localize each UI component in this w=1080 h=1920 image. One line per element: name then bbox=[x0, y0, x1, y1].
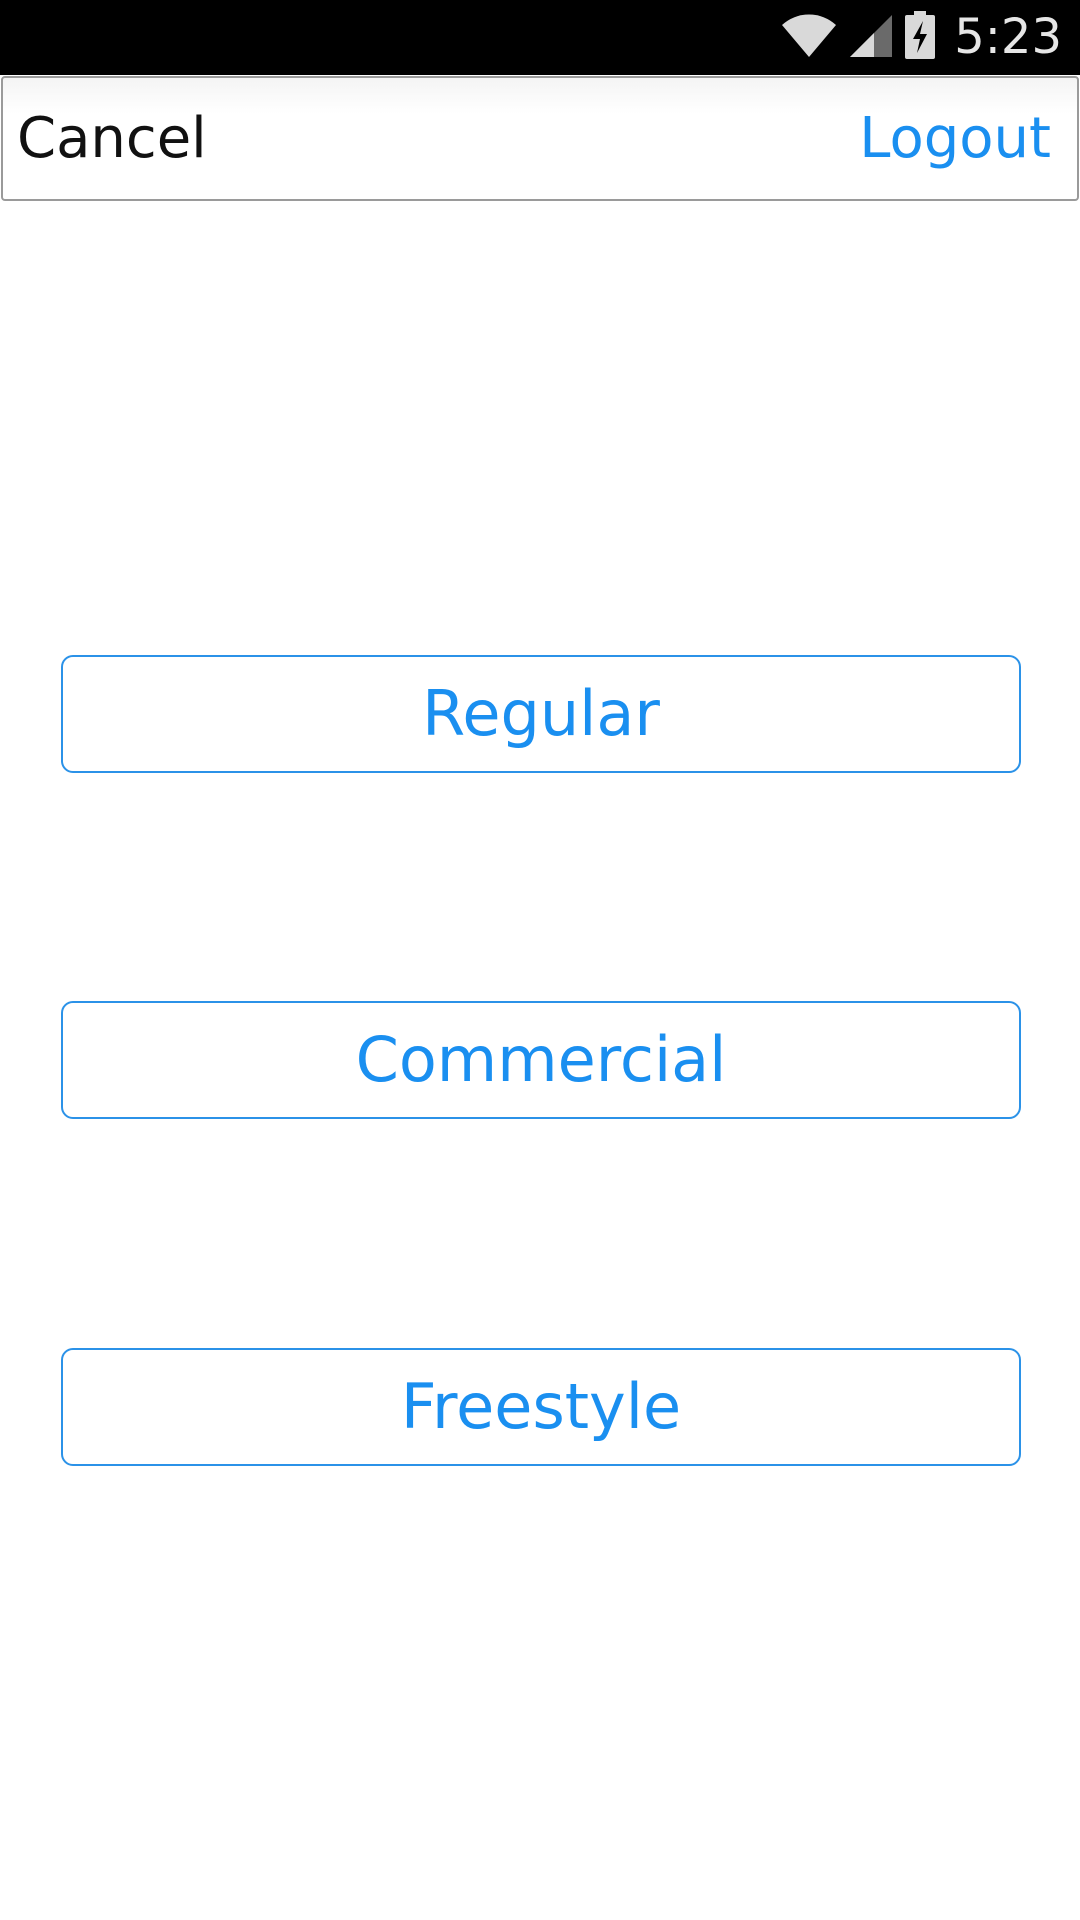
commercial-button[interactable]: Commercial bbox=[61, 1001, 1021, 1119]
signal-icon bbox=[848, 11, 894, 64]
freestyle-button[interactable]: Freestyle bbox=[61, 1348, 1021, 1466]
status-bar: 5:23 bbox=[0, 0, 1080, 75]
logout-button[interactable]: Logout bbox=[859, 78, 1051, 199]
navigation-bar: Cancel Logout bbox=[1, 76, 1079, 201]
status-time: 5:23 bbox=[954, 9, 1062, 65]
status-icons: 5:23 bbox=[780, 0, 1062, 75]
battery-charging-icon bbox=[904, 10, 936, 65]
wifi-icon bbox=[780, 11, 838, 64]
cancel-button[interactable]: Cancel bbox=[17, 78, 207, 199]
regular-button[interactable]: Regular bbox=[61, 655, 1021, 773]
